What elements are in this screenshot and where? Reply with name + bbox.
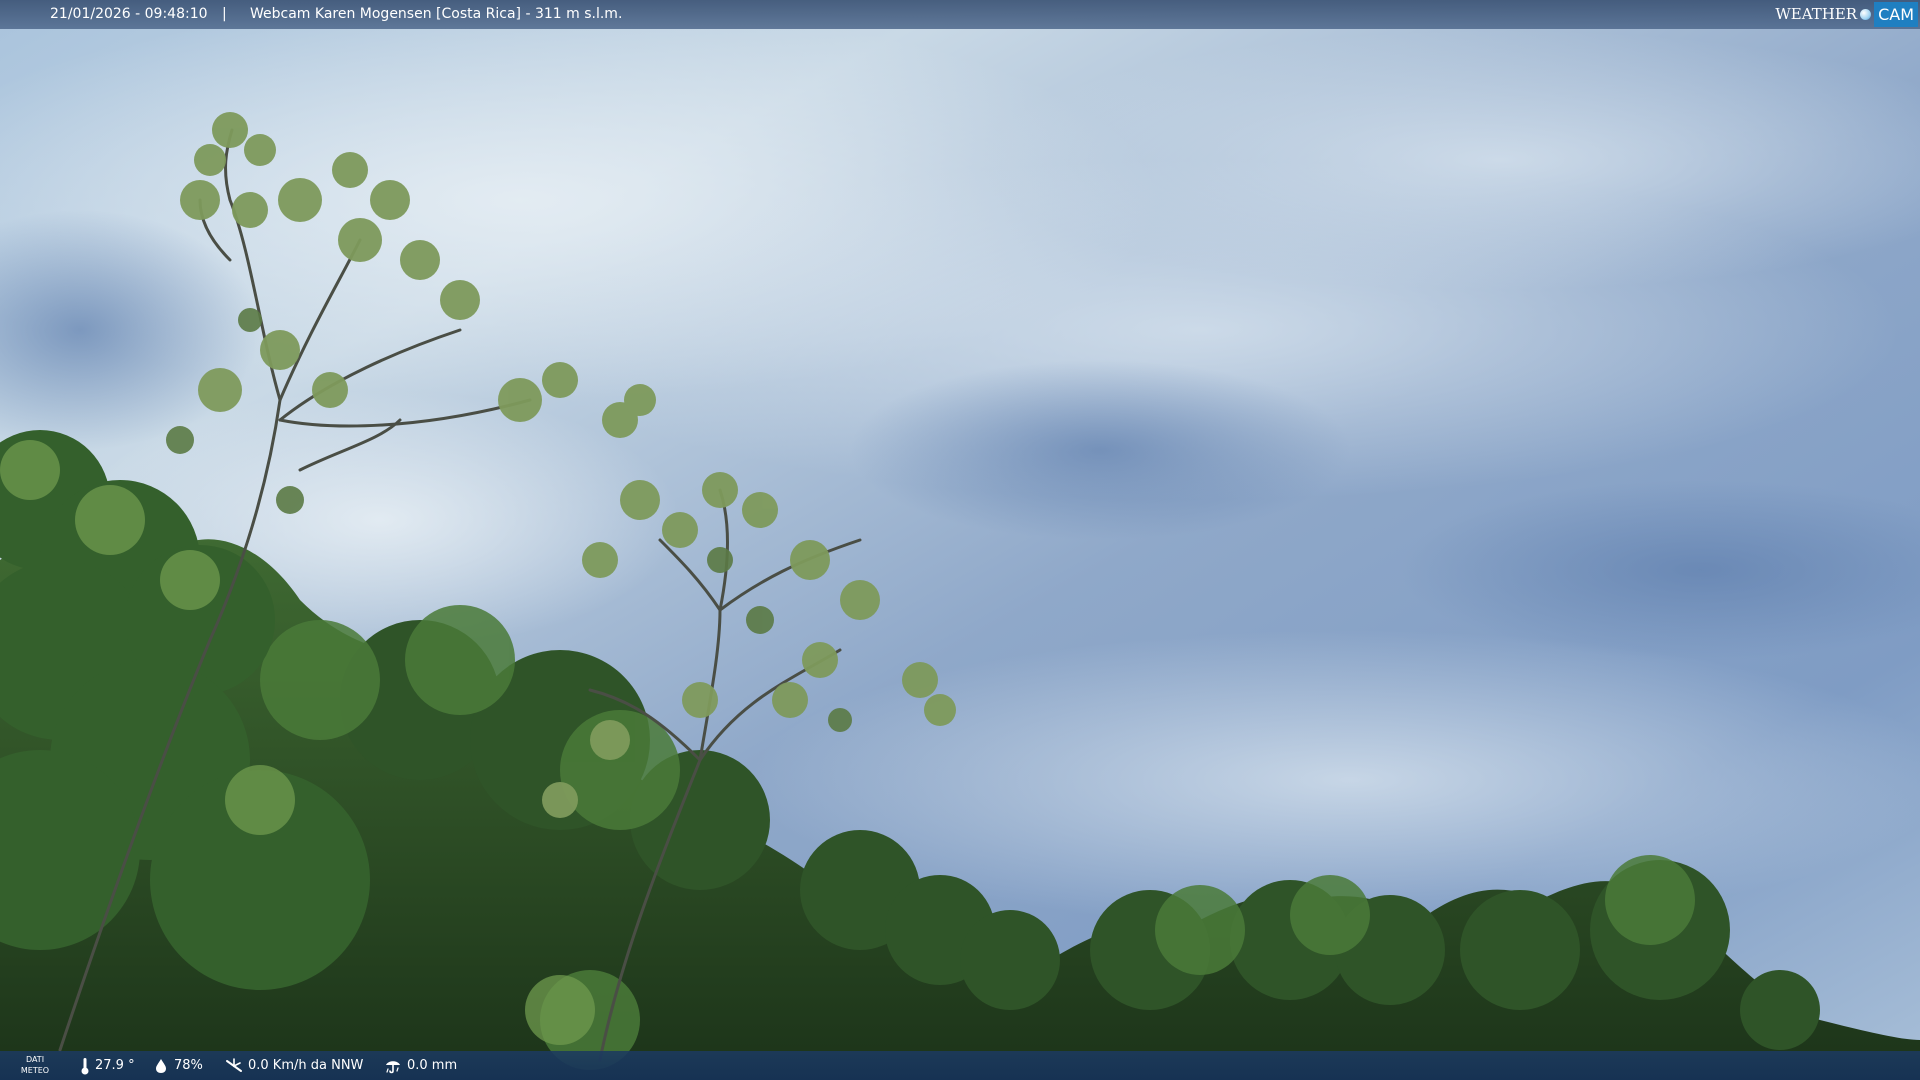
- weather-label-line1: DATI: [25, 1055, 45, 1064]
- title-separator: |: [222, 6, 227, 22]
- webcam-image: [0, 0, 1920, 1080]
- humidity-value: 78%: [174, 1058, 203, 1073]
- weather-label: DATI METEO: [18, 1054, 52, 1076]
- wind-icon: [226, 1057, 242, 1072]
- humidity-reading: 78%: [153, 1051, 203, 1080]
- weather-data-bar: DATI METEO 27.9 ° 78% 0.0 Km/h da NNW 0.…: [0, 1051, 1920, 1080]
- wind-reading: 0.0 Km/h da NNW: [225, 1051, 363, 1080]
- logo-cam: CAM: [1874, 2, 1918, 27]
- thermometer-icon: [81, 1057, 89, 1074]
- wind-value: 0.0 Km/h da NNW: [248, 1058, 364, 1073]
- webcam-frame: 21/01/2026 - 09:48:10 | Webcam Karen Mog…: [0, 0, 1920, 1080]
- weather-label-line2: METEO: [20, 1066, 50, 1075]
- weathercam-logo: WEATHER CAM: [1775, 0, 1920, 29]
- top-info-bar: 21/01/2026 - 09:48:10 | Webcam Karen Mog…: [0, 0, 1920, 29]
- logo-word: WEATHER: [1775, 5, 1858, 23]
- rain-value: 0.0 mm: [407, 1058, 458, 1073]
- timestamp: 21/01/2026 - 09:48:10: [50, 6, 208, 22]
- rain-icon: [386, 1060, 400, 1073]
- humidity-drop-icon: [156, 1058, 166, 1073]
- temperature-value: 27.9 °: [95, 1058, 135, 1073]
- logo-sun-icon: [1860, 9, 1872, 20]
- temperature-reading: 27.9 °: [80, 1051, 135, 1080]
- webcam-title: Webcam Karen Mogensen [Costa Rica] - 311…: [250, 6, 623, 22]
- rain-reading: 0.0 mm: [384, 1051, 457, 1080]
